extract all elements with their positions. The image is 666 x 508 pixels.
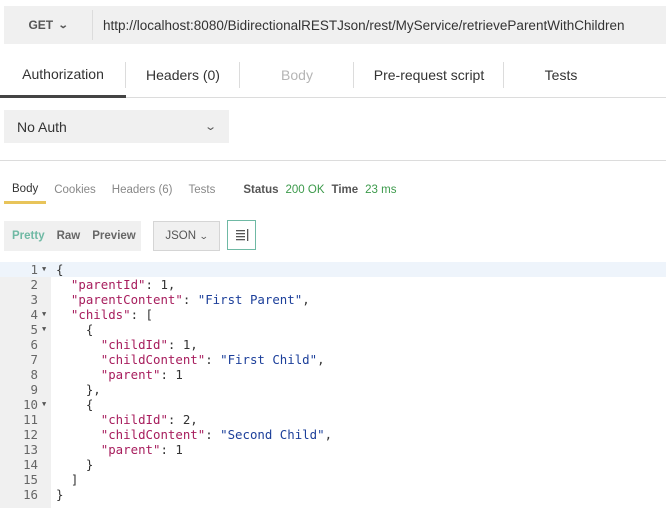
divider [0, 160, 666, 161]
wrap-lines-icon [235, 229, 248, 241]
tab-tests[interactable]: Tests [504, 52, 618, 98]
code-line: 15 ] [0, 472, 666, 487]
chevron-down-icon: ⌄ [203, 121, 217, 133]
line-number: 12 [23, 427, 38, 442]
line-number: 4 [30, 307, 38, 322]
tab-body[interactable]: Body [240, 52, 354, 98]
response-tab-cookies[interactable]: Cookies [46, 176, 104, 204]
fold-arrow-icon[interactable]: ▼ [42, 262, 46, 277]
code-line: 11 "childId": 2, [0, 412, 666, 427]
chevron-down-icon: ⌄ [57, 19, 69, 31]
url-bar: GET ⌄ http://localhost:8080/Bidirectiona… [4, 6, 666, 44]
auth-type-value: No Auth [17, 118, 67, 135]
code-line: 8 "parent": 1 [0, 367, 666, 382]
code-text: "childId": 2, [100, 412, 198, 427]
code-line: 9 }, [0, 382, 666, 397]
code-text: } [56, 457, 94, 472]
code-line: 1 ▼ { [0, 262, 666, 277]
code-text: "childs": [ [70, 307, 153, 322]
method-label: GET [28, 18, 54, 32]
fold-arrow-icon[interactable]: ▼ [42, 307, 46, 322]
response-tab-tests[interactable]: Tests [181, 176, 224, 204]
wrap-lines-button[interactable] [227, 220, 256, 250]
language-value: JSON [165, 230, 197, 242]
code-line: 4 ▼ "childs": [ [0, 307, 666, 322]
url-input[interactable]: http://localhost:8080/BidirectionalRESTJ… [93, 18, 624, 33]
response-tabs: Body Cookies Headers (6) Tests Status 20… [4, 176, 396, 204]
fold-arrow-icon[interactable]: ▼ [42, 322, 46, 337]
raw-button[interactable]: Raw [51, 230, 87, 242]
code-text: "childId": 1, [100, 337, 198, 352]
line-number: 11 [23, 412, 38, 427]
code-line: 2 "parentId": 1, [0, 277, 666, 292]
code-text: }, [56, 382, 101, 397]
code-text: "parentContent": "First Parent", [70, 292, 310, 307]
line-number: 14 [23, 457, 38, 472]
method-select[interactable]: GET ⌄ [4, 6, 92, 44]
line-number: 16 [23, 487, 38, 502]
line-number: 7 [30, 352, 38, 367]
time-label: Time [331, 184, 359, 196]
code-text: ] [56, 472, 79, 487]
response-body-editor[interactable]: 1 ▼{2 "parentId": 1, 3 "parentContent": "F… [0, 262, 666, 508]
chevron-down-icon: ⌄ [198, 230, 209, 241]
format-toggle-group: Pretty Raw Preview [4, 221, 141, 251]
fold-arrow-icon[interactable]: ▼ [42, 397, 46, 412]
response-tab-headers[interactable]: Headers (6) [104, 176, 181, 204]
tab-authorization[interactable]: Authorization [0, 52, 126, 98]
line-number: 10 [23, 397, 38, 412]
code-line: 7 "childContent": "First Child", [0, 352, 666, 367]
line-number: 5 [30, 322, 38, 337]
request-tabs: Authorization Headers (0) Body Pre-reque… [0, 52, 666, 98]
code-line: 5 ▼ { [0, 322, 666, 337]
code-text: "childContent": "First Child", [100, 352, 325, 367]
preview-button[interactable]: Preview [86, 230, 141, 242]
code-line: 12 "childContent": "Second Child", [0, 427, 666, 442]
code-text: "childContent": "Second Child", [100, 427, 333, 442]
code-text: { [56, 322, 94, 337]
line-number: 13 [23, 442, 38, 457]
code-line: 13 "parent": 1 [0, 442, 666, 457]
line-number: 15 [23, 472, 38, 487]
code-text: "parent": 1 [100, 442, 183, 457]
line-number: 1 [30, 262, 38, 277]
code-line: 6 "childId": 1, [0, 337, 666, 352]
code-text: "parentId": 1, [70, 277, 176, 292]
line-number: 8 [30, 367, 38, 382]
code-line: 16} [0, 487, 666, 502]
response-tab-body[interactable]: Body [4, 176, 47, 204]
tab-pre-request-script[interactable]: Pre-request script [354, 52, 504, 98]
status-value: 200 OK [285, 184, 325, 196]
response-meta: Status 200 OK Time 23 ms [243, 184, 396, 196]
line-number: 2 [30, 277, 38, 292]
code-text: "parent": 1 [100, 367, 183, 382]
line-number: 6 [30, 337, 38, 352]
time-value: 23 ms [365, 184, 397, 196]
code-text: { [56, 397, 94, 412]
tab-headers[interactable]: Headers (0) [126, 52, 240, 98]
line-number: 9 [30, 382, 38, 397]
auth-type-select[interactable]: No Auth ⌄ [4, 110, 229, 143]
language-select[interactable]: JSON ⌄ [153, 221, 220, 251]
status-label: Status [243, 184, 279, 196]
code-text: } [56, 487, 64, 502]
pretty-button[interactable]: Pretty [4, 230, 51, 242]
code-line: 14 } [0, 457, 666, 472]
code-text: { [56, 262, 64, 277]
line-number: 3 [30, 292, 38, 307]
code-line: 10 ▼ { [0, 397, 666, 412]
code-line: 3 "parentContent": "First Parent", [0, 292, 666, 307]
